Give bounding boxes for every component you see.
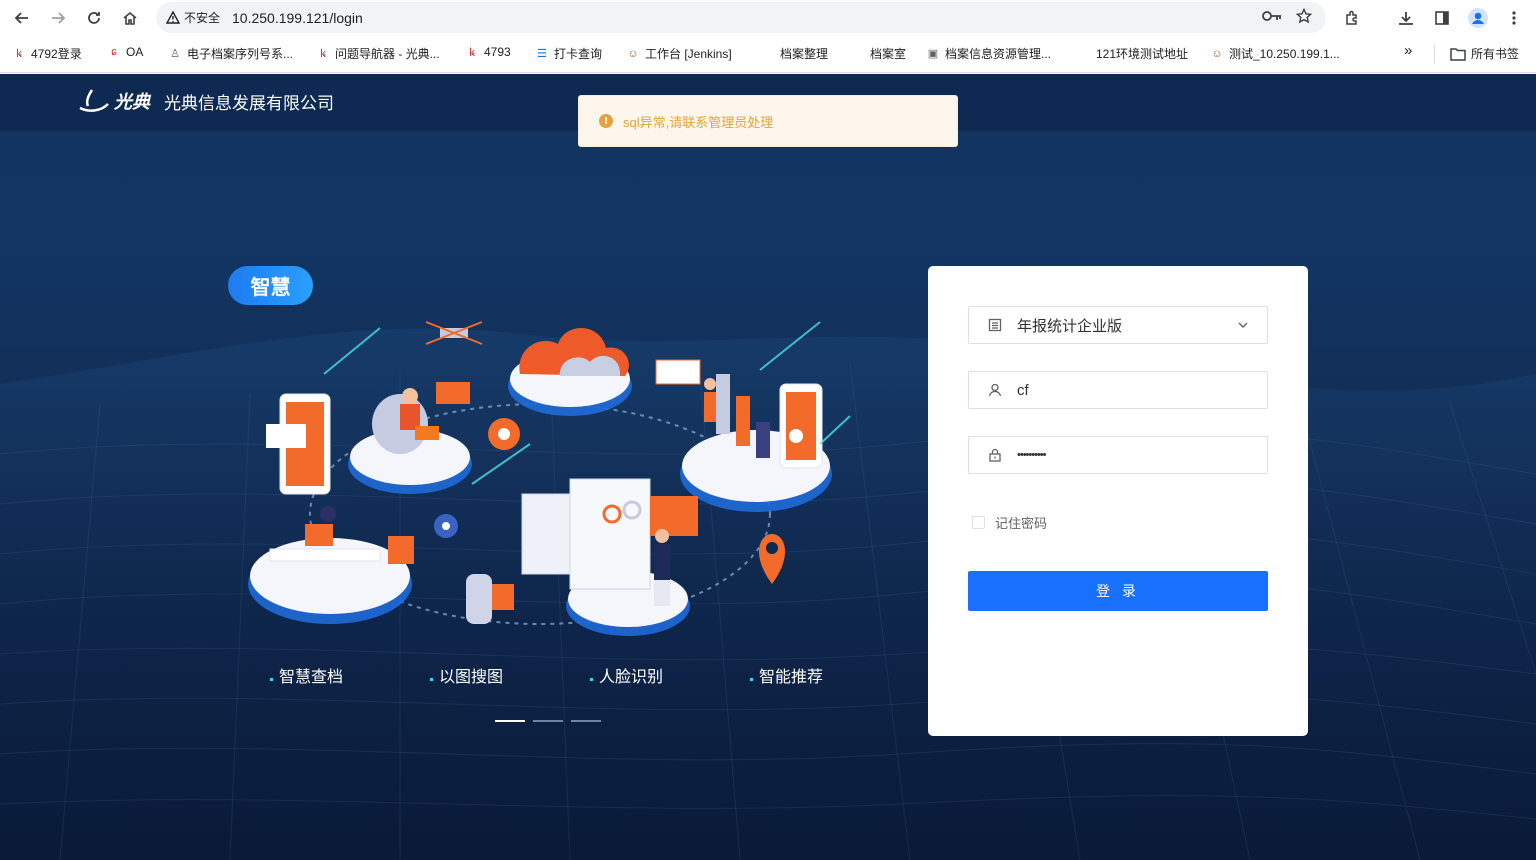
- profile-button[interactable]: [1462, 0, 1494, 35]
- company-name: 光典信息发展有限公司: [164, 93, 334, 113]
- bookmark-item[interactable]: ☰ 打卡查询: [535, 45, 602, 62]
- bookmark-item[interactable]: ꝃ 问题导航器 - 光典...: [316, 45, 440, 62]
- bookmark-item[interactable]: ▣ 档案信息资源管理...: [926, 45, 1051, 62]
- bookmark-star-icon[interactable]: [1295, 7, 1313, 28]
- reload-icon: [88, 11, 100, 24]
- back-arrow-icon: [14, 11, 28, 24]
- password-input[interactable]: ••••••••••: [968, 436, 1268, 474]
- folder-icon: [1450, 47, 1466, 61]
- warning-toast: ! sql异常,请联系管理员处理: [578, 95, 958, 147]
- side-panel-button[interactable]: [1426, 0, 1458, 35]
- list-icon: ☰: [537, 48, 547, 60]
- bookmarks-bar: ꝃ 4792登录 ɕ OA ♙ 电子档案序列号系... ꝃ 问题导航器 - 光典... …: [0, 35, 1536, 73]
- warning-circle-icon: !: [599, 114, 613, 128]
- password-key-icon[interactable]: [1262, 8, 1282, 27]
- login-button[interactable]: 登 录: [968, 571, 1268, 611]
- feature-smart-recommend: 智能推荐: [750, 663, 823, 687]
- home-icon: [123, 11, 137, 25]
- remember-password[interactable]: 记住密码: [972, 513, 1047, 532]
- extensions-button[interactable]: [1336, 0, 1368, 35]
- feature-image-search: 以图搜图: [430, 663, 503, 687]
- url-text[interactable]: 10.250.199.121/login: [232, 10, 363, 26]
- bookmark-item[interactable]: 121环境测试地址: [1096, 45, 1188, 62]
- address-bar[interactable]: 不安全 10.250.199.121/login: [156, 2, 1326, 33]
- security-indicator[interactable]: 不安全: [166, 9, 220, 26]
- kebab-menu-icon: [1512, 10, 1516, 25]
- forward-button[interactable]: [40, 0, 76, 35]
- more-bookmarks-button[interactable]: »: [1404, 42, 1412, 59]
- jenkins-icon: ☺: [1211, 47, 1223, 60]
- brand-name: 光典: [114, 92, 150, 113]
- bookmark-item[interactable]: 档案室: [870, 45, 906, 62]
- bookmark-item[interactable]: ꝃ 4792登录: [12, 45, 82, 62]
- lock-icon: [987, 448, 1003, 462]
- browser-toolbar: 不安全 10.250.199.121/login: [0, 0, 1536, 35]
- jenkins-icon: ☺: [627, 47, 639, 60]
- back-button[interactable]: [4, 0, 40, 35]
- all-bookmarks-folder[interactable]: 所有书签: [1450, 45, 1519, 62]
- login-form: 年报统计企业版 cf •••••••••• 记住密码 登 录: [928, 266, 1308, 736]
- image-icon: ▣: [927, 48, 939, 60]
- bookmark-item[interactable]: ☺ 测试_10.250.199.1...: [1210, 45, 1339, 62]
- forward-arrow-icon: [52, 11, 66, 24]
- downloads-button[interactable]: [1390, 0, 1422, 35]
- person-icon: ♙: [170, 48, 180, 60]
- menu-button[interactable]: [1498, 0, 1530, 35]
- feature-smart-archive: 智慧查档: [270, 663, 343, 687]
- bookmark-item[interactable]: 档案整理: [780, 45, 828, 62]
- remember-checkbox[interactable]: [972, 516, 985, 529]
- red-brand-icon: ɕ: [111, 46, 117, 58]
- password-value: ••••••••••: [1017, 449, 1046, 461]
- hero-badge: 智慧: [228, 266, 313, 305]
- red-brand-icon: ꝃ: [16, 48, 22, 60]
- avatar-icon: [1468, 7, 1488, 28]
- security-label: 不安全: [184, 11, 221, 25]
- system-select[interactable]: 年报统计企业版: [968, 306, 1268, 344]
- remember-label: 记住密码: [995, 516, 1048, 531]
- chevron-down-icon[interactable]: [1237, 318, 1249, 336]
- bookmark-item[interactable]: ɕ OA: [107, 45, 143, 59]
- bookmark-item[interactable]: ♙ 电子档案序列号系...: [168, 45, 293, 62]
- bookmark-item[interactable]: ꝃ 4793: [465, 45, 511, 59]
- building-icon: [987, 318, 1003, 332]
- download-icon: [1399, 11, 1413, 25]
- toast-message: sql异常,请联系管理员处理: [623, 114, 774, 130]
- warning-triangle-icon: [166, 10, 180, 24]
- carousel-indicator-1[interactable]: [495, 720, 525, 722]
- username-input[interactable]: cf: [968, 371, 1268, 409]
- system-select-value: 年报统计企业版: [1017, 317, 1123, 335]
- puzzle-icon: [1346, 10, 1357, 25]
- carousel-indicator-2[interactable]: [533, 720, 563, 722]
- red-brand-icon: ꝃ: [469, 46, 475, 59]
- login-page: 光典 光典信息发展有限公司 ! sql异常,请联系管理员处理 智慧 智慧查档 以…: [0, 74, 1536, 860]
- side-panel-icon: [1435, 10, 1449, 25]
- bookmarks-divider: [1434, 45, 1435, 63]
- smart-archive-illustration: [248, 321, 851, 636]
- company-logo[interactable]: 光典 光典信息发展有限公司: [78, 88, 334, 114]
- feature-face-recognition: 人脸识别: [590, 663, 663, 687]
- username-value: cf: [1017, 381, 1029, 399]
- carousel-indicator-3[interactable]: [571, 720, 601, 722]
- bookmark-item[interactable]: ☺ 工作台 [Jenkins]: [626, 45, 731, 62]
- reload-button[interactable]: [76, 0, 112, 35]
- home-button[interactable]: [112, 0, 148, 35]
- user-icon: [987, 383, 1003, 397]
- brand-swoosh-icon: [79, 89, 109, 112]
- red-brand-icon: ꝃ: [320, 48, 326, 60]
